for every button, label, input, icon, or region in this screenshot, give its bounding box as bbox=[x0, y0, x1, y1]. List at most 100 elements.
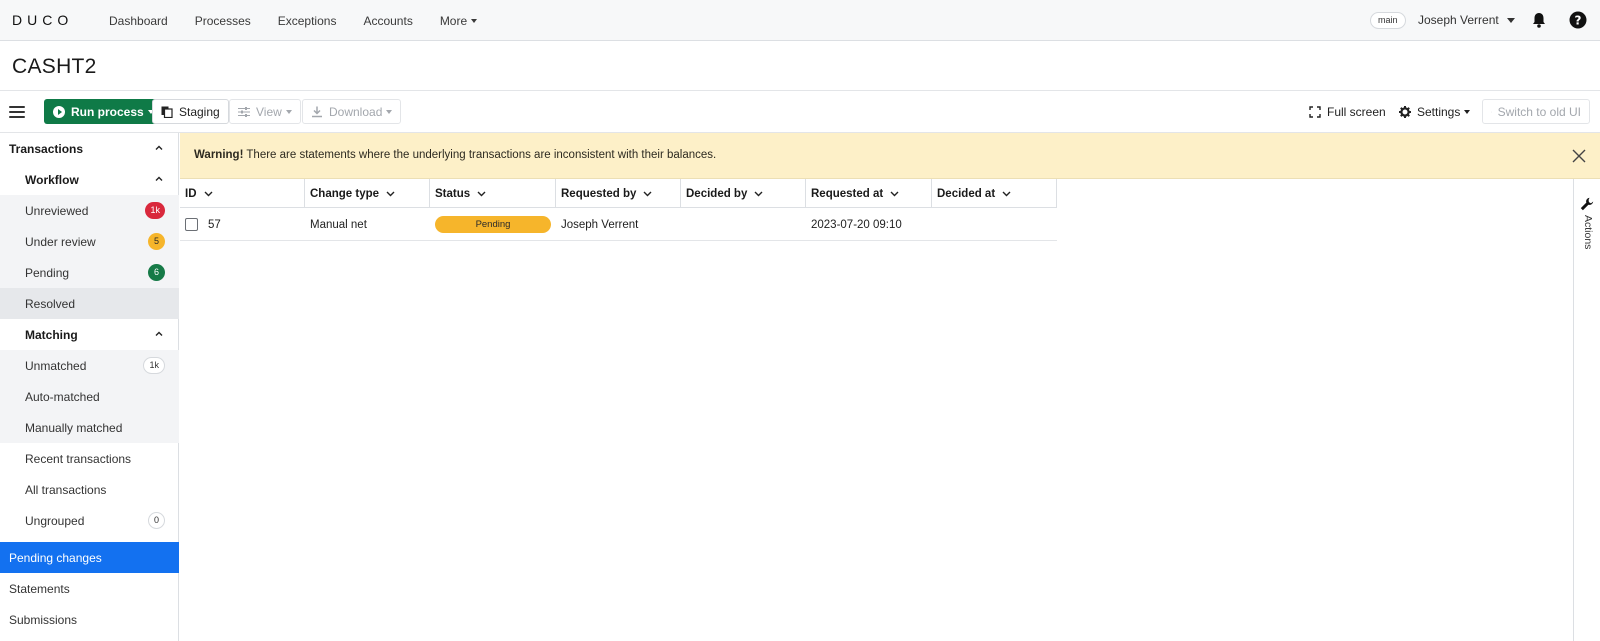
full-screen-button[interactable]: Full screen bbox=[1309, 99, 1386, 124]
sidebar-item-pending[interactable]: Pending 6 bbox=[0, 257, 179, 288]
help-icon[interactable]: ? bbox=[1569, 11, 1587, 29]
column-header-id[interactable]: ID bbox=[180, 179, 305, 208]
svg-text:DUCO: DUCO bbox=[12, 13, 73, 27]
sidebar-item-auto-matched[interactable]: Auto-matched bbox=[0, 381, 179, 412]
cell-status: Pending bbox=[430, 208, 556, 241]
sidebar-item-label: Submissions bbox=[9, 612, 78, 627]
caret-down-icon bbox=[386, 109, 393, 114]
column-header-requested-by[interactable]: Requested by bbox=[556, 179, 681, 208]
sidebar-item-label: Auto-matched bbox=[25, 389, 100, 404]
sidebar-item-label: Transactions bbox=[9, 141, 84, 156]
page-header: CASHT2 bbox=[0, 41, 1600, 91]
count-badge: 6 bbox=[148, 264, 165, 281]
sidebar-section-matching[interactable]: Matching bbox=[0, 319, 179, 350]
sidebar-item-label: All transactions bbox=[25, 482, 107, 497]
nav-dashboard[interactable]: Dashboard bbox=[109, 14, 168, 28]
full-screen-label: Full screen bbox=[1327, 104, 1386, 119]
download-icon bbox=[312, 106, 322, 117]
count-badge: 1k bbox=[145, 202, 165, 219]
duco-logo[interactable]: DUCO bbox=[12, 13, 80, 27]
view-label: View bbox=[256, 104, 282, 119]
status-badge: Pending bbox=[435, 216, 551, 233]
settings-label: Settings bbox=[1417, 104, 1461, 119]
warning-text: There are statements where the underlyin… bbox=[243, 149, 717, 161]
nav-accounts[interactable]: Accounts bbox=[363, 14, 412, 28]
sidebar-item-label: Pending bbox=[25, 265, 70, 280]
caret-down-icon bbox=[1464, 109, 1471, 114]
sidebar-item-label: Pending changes bbox=[9, 550, 102, 565]
sidebar-section-transactions[interactable]: Transactions bbox=[0, 133, 179, 164]
settings-button[interactable]: Settings bbox=[1399, 99, 1471, 124]
sidebar-item-label: Under review bbox=[25, 234, 96, 249]
cell-decided-by bbox=[681, 208, 806, 241]
sidebar-item-recent-transactions[interactable]: Recent transactions bbox=[0, 443, 179, 474]
chevron-down-icon bbox=[754, 191, 763, 197]
cell-requested-at: 2023-07-20 09:10 bbox=[806, 208, 932, 241]
bell-icon[interactable] bbox=[1530, 11, 1548, 29]
sidebar-section-workflow[interactable]: Workflow bbox=[0, 164, 179, 195]
branch-badge[interactable]: main bbox=[1370, 12, 1406, 29]
download-button[interactable]: Download bbox=[302, 99, 402, 124]
count-badge: 1k bbox=[143, 357, 165, 374]
cell-value: 2023-07-20 09:10 bbox=[811, 218, 902, 231]
column-header-decided-at[interactable]: Decided at bbox=[932, 179, 1057, 208]
sidebar-item-manually-matched[interactable]: Manually matched bbox=[0, 412, 179, 443]
nav-processes[interactable]: Processes bbox=[195, 14, 251, 28]
sidebar-item-ungrouped[interactable]: Ungrouped 0 bbox=[0, 505, 179, 536]
sidebar-item-unreviewed[interactable]: Unreviewed 1k bbox=[0, 195, 179, 226]
close-icon[interactable] bbox=[1572, 149, 1586, 163]
staging-button[interactable]: Staging bbox=[152, 99, 229, 124]
column-label: ID bbox=[185, 187, 197, 200]
row-checkbox[interactable] bbox=[185, 218, 198, 231]
column-header-status[interactable]: Status bbox=[430, 179, 556, 208]
run-process-label: Run process bbox=[71, 104, 144, 119]
count-badge: 5 bbox=[148, 233, 165, 250]
user-menu[interactable]: Joseph Verrent bbox=[1418, 13, 1515, 27]
count-badge: 0 bbox=[147, 512, 165, 529]
column-header-change-type[interactable]: Change type bbox=[305, 179, 430, 208]
view-button[interactable]: View bbox=[229, 99, 301, 124]
cell-decided-at bbox=[932, 208, 1057, 241]
sidebar-item-statements[interactable]: Statements bbox=[0, 573, 179, 604]
copy-icon bbox=[161, 106, 173, 118]
sidebar-item-pending-changes[interactable]: Pending changes bbox=[0, 542, 179, 573]
sidebar-item-resolved[interactable]: Resolved bbox=[0, 288, 179, 319]
sidebar-item-label: Matching bbox=[25, 327, 78, 342]
svg-text:?: ? bbox=[1575, 14, 1582, 28]
user-name: Joseph Verrent bbox=[1418, 13, 1499, 27]
sidebar: Transactions Workflow Unreviewed 1k Unde… bbox=[0, 133, 179, 641]
hamburger-menu-icon[interactable] bbox=[9, 106, 25, 118]
run-process-button[interactable]: Run process bbox=[44, 99, 162, 124]
nav-more-menu[interactable]: More bbox=[440, 14, 478, 28]
chevron-down-icon bbox=[643, 191, 652, 197]
staging-label: Staging bbox=[179, 104, 220, 119]
page-title: CASHT2 bbox=[12, 55, 97, 78]
column-header-requested-at[interactable]: Requested at bbox=[806, 179, 932, 208]
actions-label: Actions bbox=[1582, 215, 1594, 250]
sidebar-item-under-review[interactable]: Under review 5 bbox=[0, 226, 179, 257]
chevron-up-icon bbox=[155, 145, 163, 150]
table-header: ID Change type Status Requested by Decid… bbox=[180, 179, 1057, 208]
chevron-up-icon bbox=[155, 176, 163, 181]
caret-down-icon bbox=[1506, 17, 1515, 23]
toolbar: Run process Staging View Download Full s… bbox=[0, 91, 1600, 133]
warning-banner: Warning! There are statements where the … bbox=[180, 133, 1600, 179]
cell-change-type: Manual net bbox=[305, 208, 430, 241]
wrench-icon bbox=[1580, 197, 1594, 211]
sidebar-item-submissions[interactable]: Submissions bbox=[0, 604, 179, 635]
sidebar-item-all-transactions[interactable]: All transactions bbox=[0, 474, 179, 505]
sidebar-item-unmatched[interactable]: Unmatched 1k bbox=[0, 350, 179, 381]
column-label: Change type bbox=[310, 187, 380, 200]
switch-old-ui-button[interactable]: Switch to old UI bbox=[1482, 99, 1590, 124]
play-icon bbox=[53, 105, 65, 118]
warning-message: Warning! There are statements where the … bbox=[194, 149, 716, 161]
main-nav: Dashboard Processes Exceptions Accounts … bbox=[109, 0, 504, 41]
table-row[interactable]: 57 Manual net Pending Joseph Verrent 202… bbox=[180, 208, 1057, 241]
nav-exceptions[interactable]: Exceptions bbox=[278, 14, 337, 28]
actions-panel-tab[interactable]: Actions bbox=[1573, 179, 1600, 641]
caret-down-icon bbox=[285, 109, 292, 114]
chevron-down-icon bbox=[477, 191, 486, 197]
column-header-decided-by[interactable]: Decided by bbox=[681, 179, 806, 208]
chevron-down-icon bbox=[1002, 191, 1011, 197]
sidebar-item-label: Workflow bbox=[25, 172, 79, 187]
